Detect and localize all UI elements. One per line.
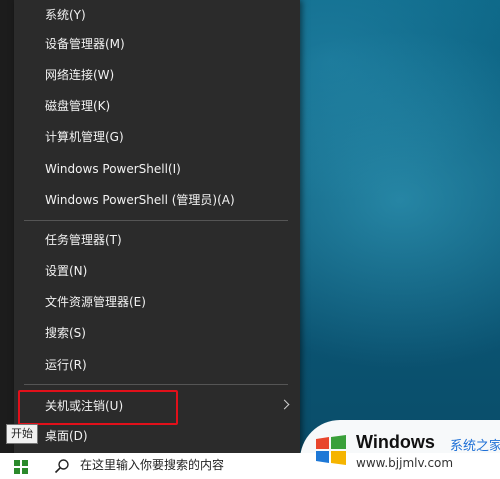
watermark-url: www.bjjmlv.com — [356, 456, 454, 470]
watermark-brand: Windows — [356, 432, 435, 452]
start-button[interactable] — [0, 453, 44, 479]
windows-logo-icon — [14, 460, 28, 474]
search-icon[interactable] — [54, 458, 70, 474]
menu-item-powershell[interactable]: Windows PowerShell(I) — [14, 154, 300, 185]
menu-item-disk-management[interactable]: 磁盘管理(K) — [14, 91, 300, 122]
menu-item-computer-management[interactable]: 计算机管理(G) — [14, 122, 300, 153]
menu-item-powershell-admin[interactable]: Windows PowerShell (管理员)(A) — [14, 185, 300, 216]
chevron-right-icon — [279, 399, 290, 410]
menu-item-search[interactable]: 搜索(S) — [14, 318, 300, 349]
start-tooltip: 开始 — [6, 424, 38, 444]
watermark-site-name: 系统之家 — [450, 439, 500, 454]
menu-item-task-manager[interactable]: 任务管理器(T) — [14, 225, 300, 256]
menu-item-run[interactable]: 运行(R) — [14, 350, 300, 381]
annotation-highlight-box — [18, 390, 178, 425]
menu-item-file-explorer[interactable]: 文件资源管理器(E) — [14, 287, 300, 318]
menu-separator — [24, 220, 288, 221]
taskbar-search-box[interactable]: 在这里输入你要搜索的内容 — [80, 453, 224, 477]
site-watermark: Windows 系统之家 www.bjjmlv.com — [300, 420, 500, 479]
menu-item-desktop[interactable]: 桌面(D) — [14, 421, 300, 452]
start-menu-edge — [0, 0, 14, 460]
menu-separator — [24, 384, 288, 385]
menu-item-settings[interactable]: 设置(N) — [14, 256, 300, 287]
windows-flag-logo-icon — [316, 435, 346, 465]
menu-item-device-manager[interactable]: 设备管理器(M) — [14, 29, 300, 60]
menu-item-system[interactable]: 系统(Y) — [14, 0, 300, 31]
menu-item-network-connections[interactable]: 网络连接(W) — [14, 60, 300, 91]
